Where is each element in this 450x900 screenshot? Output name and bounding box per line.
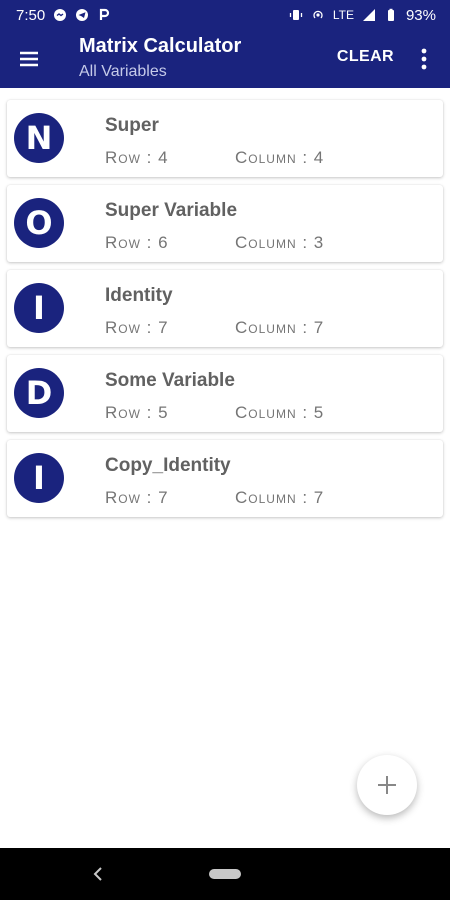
variable-name: Super (105, 115, 159, 136)
variable-avatar: N (14, 113, 64, 163)
variable-name: Some Variable (105, 370, 235, 391)
variable-card[interactable]: I Copy_Identity Row : 7 Column : 7 (7, 440, 443, 517)
plus-icon (378, 776, 396, 794)
lte-label: LTE (332, 8, 354, 22)
variable-name: Identity (105, 285, 173, 306)
telegram-icon (75, 8, 89, 22)
home-pill[interactable] (209, 869, 241, 879)
variable-name: Copy_Identity (105, 455, 231, 476)
variable-row-count: Row : 7 (105, 318, 169, 337)
signal-icon (362, 8, 376, 22)
variable-column-count: Column : 7 (235, 318, 325, 337)
clear-button[interactable]: CLEAR (337, 48, 394, 66)
variable-row-count: Row : 7 (105, 488, 169, 507)
variable-row-count: Row : 6 (105, 233, 169, 252)
variable-column-count: Column : 3 (235, 233, 325, 252)
variable-name: Super Variable (105, 200, 238, 221)
app-bar: Matrix Calculator All Variables CLEAR (0, 30, 450, 88)
status-bar: 7:50 LTE 93% (0, 0, 450, 30)
more-vert-icon[interactable] (412, 46, 436, 72)
variable-column-count: Column : 7 (235, 488, 325, 507)
add-variable-button[interactable] (357, 755, 417, 815)
status-left: 7:50 (16, 7, 111, 24)
app-title: Matrix Calculator (79, 35, 242, 57)
app-subtitle: All Variables (79, 63, 167, 80)
vibrate-icon (289, 8, 303, 22)
variable-card[interactable]: O Super Variable Row : 6 Column : 3 (7, 185, 443, 262)
variable-avatar: I (14, 283, 64, 333)
hamburger-menu-icon[interactable] (16, 46, 42, 72)
variable-row-count: Row : 4 (105, 148, 169, 167)
back-icon[interactable] (88, 864, 108, 884)
battery-icon (384, 8, 398, 22)
hotspot-icon (311, 8, 325, 22)
variable-column-count: Column : 4 (235, 148, 325, 167)
parking-p-icon (97, 8, 111, 22)
status-time: 7:50 (16, 6, 46, 24)
battery-percent: 93% (405, 6, 436, 24)
variable-avatar: D (14, 368, 64, 418)
variable-card[interactable]: I Identity Row : 7 Column : 7 (7, 270, 443, 347)
variable-column-count: Column : 5 (235, 403, 325, 422)
variable-list: N Super Row : 4 Column : 4 O Super Varia… (7, 100, 443, 525)
variable-card[interactable]: N Super Row : 4 Column : 4 (7, 100, 443, 177)
variable-avatar: I (14, 453, 64, 503)
variable-row-count: Row : 5 (105, 403, 169, 422)
navigation-bar (0, 848, 450, 900)
variable-card[interactable]: D Some Variable Row : 5 Column : 5 (7, 355, 443, 432)
status-right: LTE 93% (289, 7, 436, 24)
messenger-icon (53, 8, 67, 22)
variable-avatar: O (14, 198, 64, 248)
